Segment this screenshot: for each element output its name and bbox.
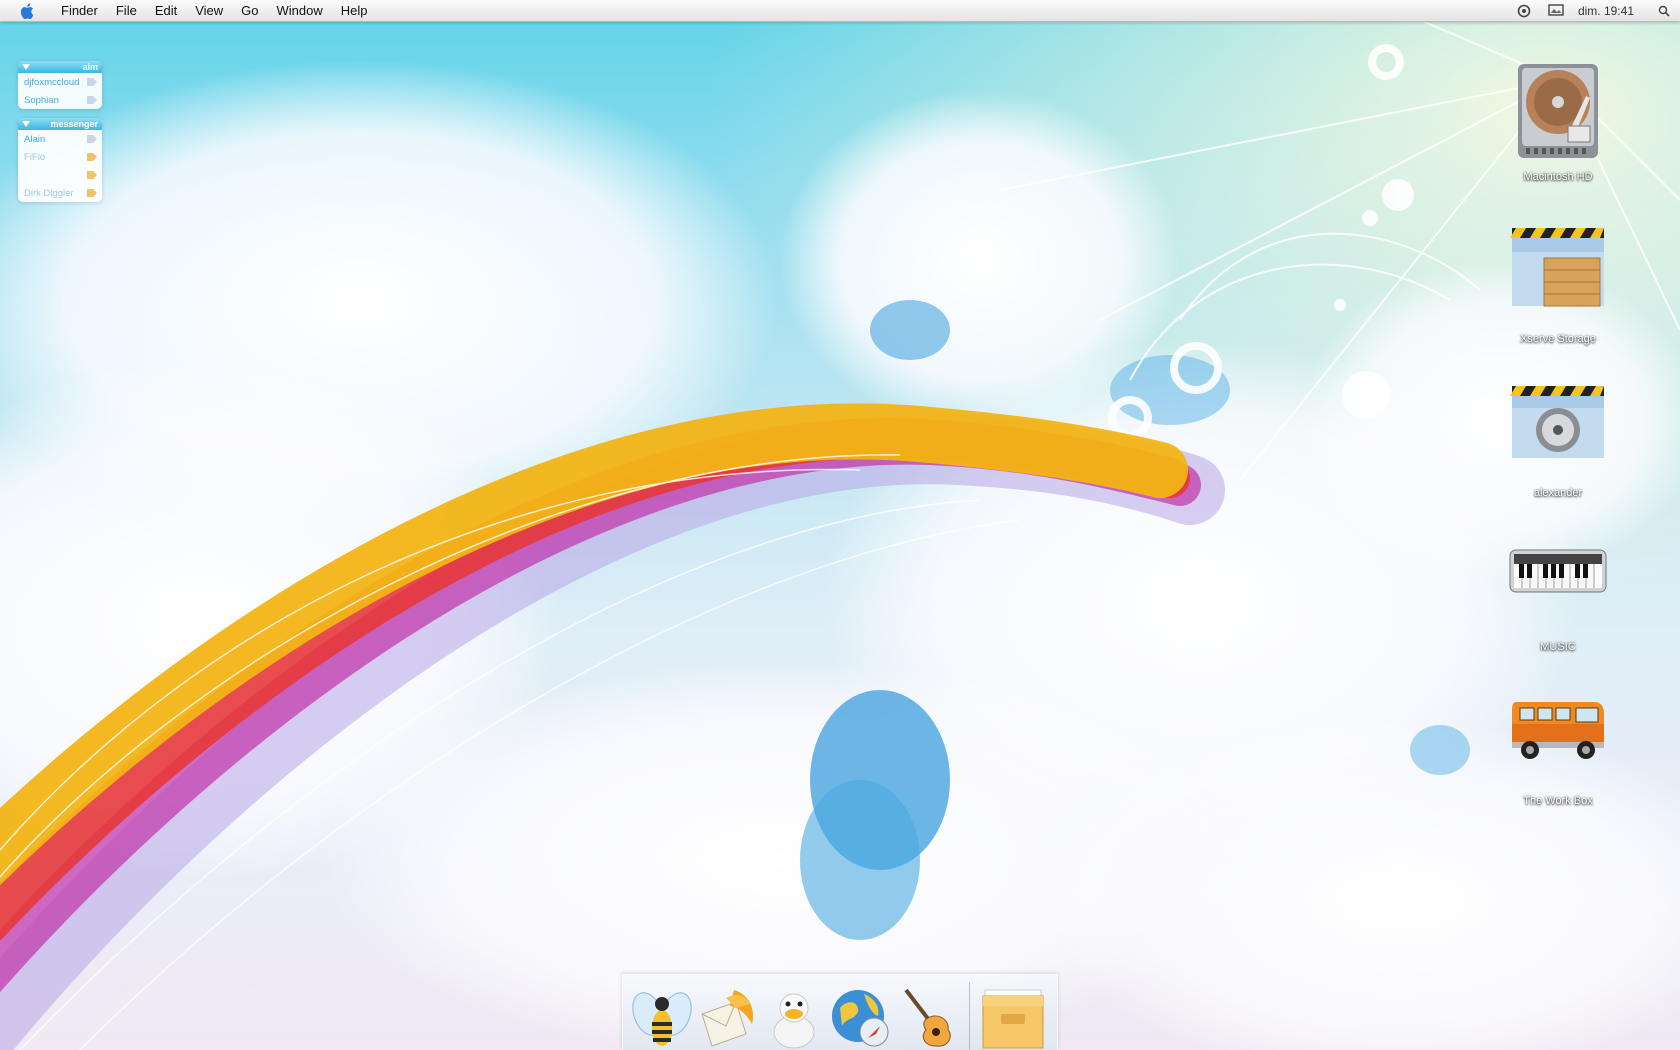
buddy-list-header[interactable]: messenger: [18, 118, 102, 130]
status-tag-icon: [87, 189, 97, 197]
mail-bird-icon: [701, 990, 754, 1047]
status-tag-icon: [87, 153, 97, 161]
bee-app-icon: [632, 992, 692, 1046]
desktop-wallpaper: [0, 0, 1680, 1050]
menu-finder[interactable]: Finder: [52, 0, 107, 22]
box-folder-icon: [982, 989, 1044, 1049]
buddy-row[interactable]: [18, 166, 102, 184]
duck-app-icon: [773, 993, 815, 1049]
safe-folder-icon: [1510, 386, 1604, 458]
status-tag-icon: [87, 96, 97, 104]
display-icon[interactable]: [1548, 3, 1564, 19]
desktop-icon-label: Xserve Storage: [1520, 333, 1596, 345]
buddy-name: FiFlo: [24, 151, 46, 163]
disclosure-triangle-icon[interactable]: [22, 121, 30, 127]
buddy-name: djfoxmccloud: [24, 76, 80, 88]
buddy-row[interactable]: FiFlo: [18, 148, 102, 166]
van-icon: [1512, 702, 1604, 759]
apple-icon[interactable]: [16, 0, 38, 22]
menu-go[interactable]: Go: [232, 0, 267, 22]
buddy-name: Alain: [24, 133, 46, 145]
desktop-icon-music[interactable]: MUSIC: [1498, 530, 1618, 653]
keyboard-icon: [1509, 549, 1607, 593]
desktop-icon-label: Macintosh HD: [1523, 171, 1593, 183]
buddy-name: Sophian: [24, 94, 59, 106]
desktop-icon-alexander[interactable]: alexander: [1498, 376, 1618, 499]
dock-item-guitar[interactable]: [894, 980, 958, 1050]
status-tag-icon: [87, 135, 97, 143]
buddy-list-messenger: messenger Alain FiFlo Dirk Diggler: [18, 118, 102, 202]
guitar-icon: [904, 988, 951, 1047]
buddy-row[interactable]: Alain: [18, 130, 102, 148]
hard-drive-icon: [1518, 64, 1598, 158]
menu-help[interactable]: Help: [332, 0, 377, 22]
desktop-icon-xserve-storage[interactable]: Xserve Storage: [1498, 222, 1618, 345]
menu-window[interactable]: Window: [268, 0, 332, 22]
storage-folder-icon: [1510, 228, 1604, 307]
buddy-list-title: aim: [82, 62, 98, 72]
dock-item-globe[interactable]: [828, 980, 892, 1050]
dock-item-bee[interactable]: [630, 980, 694, 1050]
dock-item-box-stack[interactable]: [981, 980, 1045, 1050]
desktop-icon-the-work-box[interactable]: The Work Box: [1498, 684, 1618, 807]
sync-icon[interactable]: [1516, 3, 1532, 19]
buddy-list-title: messenger: [50, 119, 98, 129]
desktop-icon-label: alexander: [1533, 487, 1583, 499]
status-tag-icon: [87, 78, 97, 86]
desktop-icon-label: The Work Box: [1523, 795, 1593, 807]
menu-clock[interactable]: dim. 19:41: [1578, 4, 1634, 18]
menu-extras: dim. 19:41: [1508, 0, 1680, 22]
dock: [622, 974, 1058, 1050]
menu-file[interactable]: File: [107, 0, 146, 22]
globe-safari-icon: [832, 990, 889, 1047]
menu-bar: Finder File Edit View Go Window Help dim…: [0, 0, 1680, 22]
dock-item-mail[interactable]: [696, 980, 760, 1050]
dock-separator: [969, 982, 970, 1050]
buddy-row[interactable]: djfoxmccloud: [18, 73, 102, 91]
status-tag-icon: [87, 171, 97, 179]
dock-item-duck[interactable]: [762, 980, 826, 1050]
spotlight-icon[interactable]: [1656, 3, 1672, 19]
desktop-icon-macintosh-hd[interactable]: Macintosh HD: [1498, 60, 1618, 183]
buddy-list-header[interactable]: aim: [18, 61, 102, 73]
disclosure-triangle-icon[interactable]: [22, 64, 30, 70]
buddy-name: Dirk Diggler: [24, 187, 74, 199]
buddy-list-aim: aim djfoxmccloud Sophian: [18, 61, 102, 109]
buddy-row[interactable]: Dirk Diggler: [18, 184, 102, 202]
menu-edit[interactable]: Edit: [146, 0, 186, 22]
desktop-icon-label: MUSIC: [1540, 641, 1576, 653]
buddy-row[interactable]: Sophian: [18, 91, 102, 109]
menu-view[interactable]: View: [186, 0, 232, 22]
